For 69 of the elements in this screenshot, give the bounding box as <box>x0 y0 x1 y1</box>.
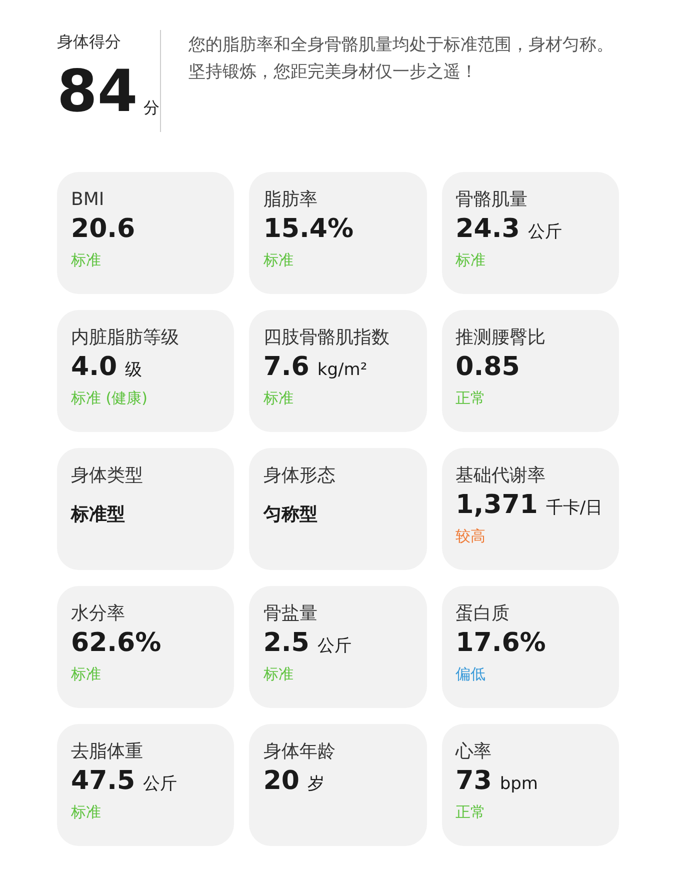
metric-label: 骨盐量 <box>263 602 318 626</box>
status-text: 较高 <box>456 526 487 547</box>
metric-value: 73 <box>456 765 492 798</box>
metric-value: 标准型 <box>71 503 125 527</box>
metric-unit: 公斤 <box>317 635 352 658</box>
metric-value: 20 <box>263 765 300 798</box>
metric-label: 四肢骨骼肌指数 <box>263 326 390 350</box>
metric-value: 匀称型 <box>263 503 318 527</box>
metric-unit: bpm <box>500 773 538 796</box>
score-label: 身体得分 <box>57 31 122 53</box>
metric-label: 水分率 <box>71 602 126 626</box>
metric-value: 20.6 <box>71 213 136 246</box>
metric-label: 蛋白质 <box>456 602 511 626</box>
metric-card[interactable]: 骨骼肌量 24.3 公斤 标准 <box>442 172 619 294</box>
metric-card[interactable]: 基础代谢率 1,371 千卡/日 较高 <box>442 448 619 570</box>
metric-value: 62.6% <box>71 627 162 660</box>
metric-card[interactable]: 水分率 62.6% 标准 <box>57 586 234 708</box>
status-text: 偏低 <box>456 664 487 685</box>
metric-unit: 岁 <box>308 773 325 796</box>
status-text: 正常 <box>456 388 487 409</box>
metric-value: 1,371 <box>456 489 538 522</box>
metric-value: 15.4% <box>263 213 354 246</box>
metric-card[interactable]: 身体类型 标准型 <box>57 448 234 570</box>
score-unit: 分 <box>144 97 160 119</box>
status-text: 标准 (健康) <box>71 388 148 409</box>
metric-label: 去脂体重 <box>71 740 144 764</box>
metric-value: 24.3 <box>456 213 520 246</box>
metric-unit: 公斤 <box>143 773 178 796</box>
metric-label: 身体年龄 <box>263 740 336 764</box>
metric-label: 骨骼肌量 <box>456 188 529 212</box>
metric-label: 心率 <box>456 740 493 764</box>
metric-card[interactable]: 身体形态 匀称型 <box>249 448 427 570</box>
metric-label: 脂肪率 <box>263 188 318 212</box>
metric-card[interactable]: 推测腰臀比 0.85 正常 <box>442 310 619 432</box>
status-text: 标准 <box>263 388 294 409</box>
metric-card[interactable]: 身体年龄 20 岁 <box>249 724 427 846</box>
metric-label: 身体形态 <box>263 464 336 488</box>
metric-value: 0.85 <box>456 351 520 384</box>
status-text: 标准 <box>263 250 294 271</box>
metric-label: 内脏脂肪等级 <box>71 326 180 350</box>
metric-label: 基础代谢率 <box>456 464 547 488</box>
metric-unit: 千卡/日 <box>546 497 603 520</box>
metric-value: 2.5 <box>263 627 310 660</box>
metric-card[interactable]: BMI 20.6 标准 <box>57 172 234 294</box>
metric-label: 身体类型 <box>71 464 144 488</box>
summary-text: 您的脂肪率和全身骨骼肌量均处于标准范围，身材匀称。坚持锻炼，您距完美身材仅一步之遥！ <box>188 34 615 84</box>
metric-card[interactable]: 骨盐量 2.5 公斤 标准 <box>249 586 427 708</box>
metric-card[interactable]: 四肢骨骼肌指数 7.6 kg/m² 标准 <box>249 310 427 432</box>
status-text: 标准 <box>456 250 487 271</box>
metric-unit: 公斤 <box>528 221 562 244</box>
status-text: 标准 <box>263 664 294 685</box>
metric-card[interactable]: 去脂体重 47.5 公斤 标准 <box>57 724 234 846</box>
metric-unit: kg/m² <box>317 359 368 382</box>
status-text: 标准 <box>71 250 102 271</box>
metric-label: BMI <box>71 188 106 212</box>
metric-label: 推测腰臀比 <box>456 326 547 350</box>
metric-value: 17.6% <box>456 627 546 660</box>
metric-card[interactable]: 心率 73 bpm 正常 <box>442 724 619 846</box>
status-text: 标准 <box>71 664 102 685</box>
metric-value: 4.0 <box>71 351 118 384</box>
metric-unit: 级 <box>125 359 142 382</box>
status-text: 正常 <box>456 802 487 823</box>
metric-value: 7.6 <box>263 351 310 384</box>
metric-card[interactable]: 脂肪率 15.4% 标准 <box>249 172 427 294</box>
metric-value: 47.5 <box>71 765 136 798</box>
score-value: 84 <box>57 62 138 120</box>
metric-card[interactable]: 内脏脂肪等级 4.0 级 标准 (健康) <box>57 310 234 432</box>
status-text: 标准 <box>71 802 102 823</box>
metric-card[interactable]: 蛋白质 17.6% 偏低 <box>442 586 619 708</box>
